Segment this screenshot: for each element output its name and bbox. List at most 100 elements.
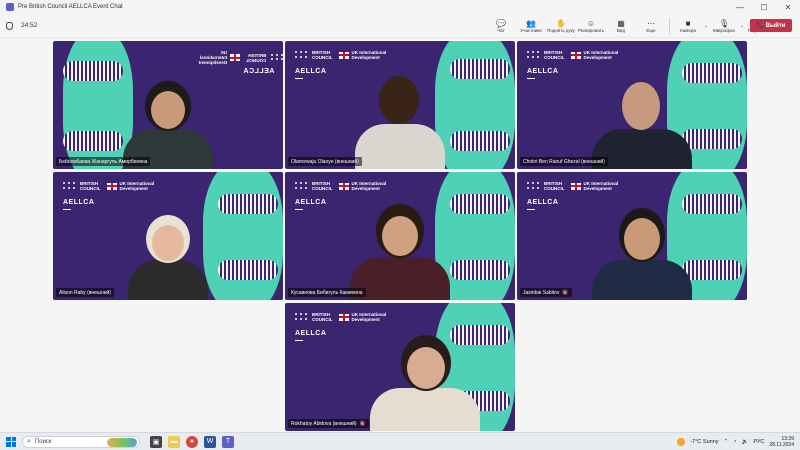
raise-hand-label: Поднять руку — [547, 28, 575, 33]
weather-text[interactable]: -7°C Sunny — [690, 439, 718, 445]
uk-flag-icon — [230, 54, 240, 61]
brand-logo: BRITISH COUNCIL UK International Developme… — [295, 312, 386, 322]
camera-icon: ■ — [685, 19, 691, 28]
video-tile[interactable]: BRITISH COUNCIL UK International Developme… — [517, 41, 747, 169]
uk-flag-icon — [570, 182, 581, 190]
participant-name: Бейсембаева Жанаргуль Амирбеевна — [56, 157, 151, 166]
reactions-label: Реагировать — [577, 28, 605, 33]
meeting-toolbar: 24:52 💬 Чат 👥 Участники ✋ Поднять руку ☺… — [0, 14, 800, 38]
clock-date: 28.11.2024 — [769, 441, 794, 448]
brand-logo: BRITISH COUNCIL UK International Developme… — [295, 181, 386, 191]
reactions-button[interactable]: ☺ Реагировать — [576, 14, 606, 38]
participant-video — [345, 74, 455, 169]
window-title: Pre British Council AELLCA Event Chat — [18, 4, 123, 10]
british-council-logo-icon — [295, 182, 309, 190]
brand-logo: BRITISH COUNCIL UK International Developme… — [527, 50, 618, 60]
uk-flag-icon — [106, 182, 117, 190]
close-window-button[interactable]: ✕ — [776, 3, 800, 12]
maximize-button[interactable]: ☐ — [752, 3, 776, 12]
teams-icon[interactable]: T — [222, 435, 234, 448]
chat-icon: 💬 — [496, 19, 506, 28]
search-highlight-icon — [107, 437, 137, 447]
taskbar-apps: ▣ ▬ ● W T — [150, 435, 234, 448]
mic-muted-icon: 🔇 — [359, 420, 366, 427]
brand-logo: BRITISH COUNCIL UK International Developme… — [193, 50, 283, 65]
more-button[interactable]: ⋯ Еще — [636, 14, 666, 38]
uk-flag-icon — [570, 51, 581, 59]
video-tile[interactable]: BRITISH COUNCIL UK International Developme… — [53, 172, 283, 300]
raise-hand-icon: ✋ — [556, 19, 566, 28]
participant-name: Rokhatoy Abidova (внешний) 🔇 — [288, 419, 369, 428]
brand-logo: BRITISH COUNCIL UK International Developme… — [295, 50, 386, 60]
system-tray: -7°C Sunny ⌃ ◔ 🔈 РУС 13:39 28.11.2024 — [677, 436, 800, 448]
teams-app-icon — [6, 3, 14, 11]
mic-muted-icon: 🔇 — [562, 289, 569, 296]
camera-label: Камера — [680, 28, 696, 33]
participant-video — [118, 215, 218, 300]
british-council-logo-icon — [527, 182, 541, 190]
chat-label: Чат — [497, 28, 505, 33]
participant-video — [340, 202, 460, 300]
window-titlebar: Pre British Council AELLCA Event Chat — … — [0, 0, 800, 14]
raise-hand-button[interactable]: ✋ Поднять руку — [546, 14, 576, 38]
input-language[interactable]: РУС — [753, 439, 764, 445]
british-council-logo-icon — [269, 53, 283, 62]
video-tile[interactable]: BRITISH COUNCIL UK International Developme… — [285, 172, 515, 300]
programme-label: AELLCA — [63, 199, 95, 206]
participant-video — [587, 202, 697, 300]
participant-name: Кусаинова Бибигуль Камиевна — [288, 288, 366, 297]
video-tile-active-speaker[interactable]: BRITISH COUNCIL UK International Developme… — [284, 40, 516, 170]
background-stripes — [63, 61, 123, 81]
chat-button[interactable]: 💬 Чат — [486, 14, 516, 38]
search-placeholder: Поиск — [34, 438, 52, 445]
shield-icon — [6, 21, 13, 30]
participants-button[interactable]: 👥 Участники — [516, 14, 546, 38]
participant-video — [587, 74, 697, 169]
programme-label: AELLCA — [295, 68, 327, 75]
view-button[interactable]: ▦ Вид — [606, 14, 636, 38]
video-tile[interactable]: BRITISH COUNCIL UK International Developme… — [285, 303, 515, 431]
camera-button[interactable]: ■ Камера — [673, 14, 703, 38]
video-tile[interactable]: BRITISH COUNCIL UK International Developme… — [53, 41, 283, 169]
british-council-logo-icon — [527, 51, 541, 59]
mic-button[interactable]: 🎙 Микрофон — [709, 14, 739, 38]
word-icon[interactable]: W — [204, 435, 216, 448]
mic-label: Микрофон — [713, 28, 735, 33]
participants-icon: 👥 — [526, 19, 536, 28]
participant-name: Chokri Ben Raouf Ghezal (внешний) — [520, 157, 608, 166]
volume-icon[interactable]: 🔈 — [741, 439, 748, 445]
task-view-icon[interactable]: ▣ — [150, 435, 162, 448]
leave-button[interactable]: 📞 Выйти — [750, 19, 792, 32]
british-council-logo-icon — [63, 182, 77, 190]
minimize-button[interactable]: — — [728, 3, 752, 12]
start-button[interactable] — [6, 436, 16, 447]
taskbar-clock[interactable]: 13:39 28.11.2024 — [769, 436, 794, 448]
more-label: Еще — [646, 28, 656, 33]
british-council-logo-icon — [295, 313, 309, 321]
weather-sun-icon — [677, 437, 686, 446]
toolbar-divider — [669, 18, 670, 34]
meeting-controls: 💬 Чат 👥 Участники ✋ Поднять руку ☺ Реаги… — [486, 14, 775, 38]
file-explorer-icon[interactable]: ▬ — [168, 435, 180, 448]
view-icon: ▦ — [617, 19, 625, 28]
uk-flag-icon — [338, 182, 349, 190]
chrome-icon[interactable]: ● — [186, 435, 198, 448]
programme-label: AELLCA — [527, 199, 559, 206]
wifi-icon[interactable]: ◔ — [733, 439, 736, 445]
video-tile[interactable]: BRITISH COUNCIL UK International Developme… — [517, 172, 747, 300]
taskbar-search-input[interactable]: ⌕ Поиск — [22, 435, 140, 448]
participant-video — [365, 333, 485, 431]
programme-label: AELLCA — [295, 199, 327, 206]
show-hidden-icons-chevron-icon[interactable]: ⌃ — [724, 439, 729, 445]
british-council-logo-icon — [295, 51, 309, 59]
windows-taskbar: ⌕ Поиск ▣ ▬ ● W T -7°C Sunny ⌃ ◔ 🔈 РУС 1… — [0, 432, 800, 450]
brand-logo: BRITISH COUNCIL UK International Developme… — [63, 181, 154, 191]
more-icon: ⋯ — [647, 19, 655, 28]
mic-icon: 🎙 — [718, 19, 730, 28]
programme-label: AELLCA — [527, 68, 559, 75]
programme-label: AELLCA — [295, 330, 327, 337]
meeting-timer: 24:52 — [6, 21, 37, 30]
programme-label: AELLCA — [243, 68, 275, 75]
search-icon: ⌕ — [27, 437, 31, 445]
uk-flag-icon — [338, 51, 349, 59]
